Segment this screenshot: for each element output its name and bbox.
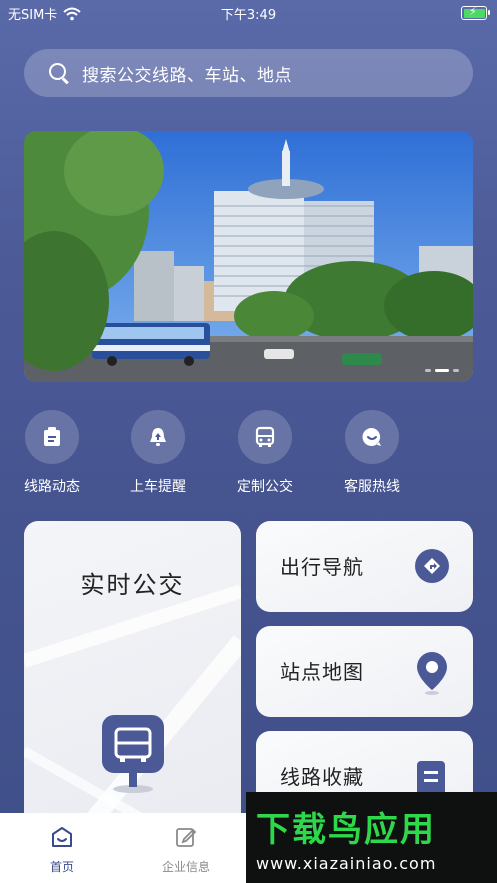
status-bar: 无SIM卡 下午3:49 ⚡ [0,0,497,26]
battery-icon: ⚡ [461,5,490,20]
card-title: 实时公交 [80,571,185,599]
quick-action-label: 上车提醒 [130,479,186,495]
quick-action-label: 客服热线 [344,479,400,495]
quick-action-route-status[interactable]: 线路动态 [12,410,92,496]
watermark-logo: 下载鸟应用 www.xiazainiao.com [246,792,497,883]
tab-company-info[interactable]: 企业信息 [126,825,246,875]
bus-stop-icon [102,715,164,793]
home-icon [52,827,72,847]
carousel-dot[interactable] [425,369,431,372]
card-title: 线路收藏 [280,765,364,789]
watermark-url: www.xiazainiao.com [256,854,437,873]
quick-action-custom-bus[interactable]: 定制公交 [225,410,305,496]
chat-icon [362,427,381,446]
navigation-card[interactable]: 出行导航 [256,521,473,612]
watermark-brand: 下载鸟应用 [256,810,436,850]
edit-icon [176,828,197,847]
navigation-icon [415,549,449,583]
status-time: 下午3:49 [220,8,277,23]
banner-carousel[interactable] [24,131,473,382]
map-pin-icon [417,652,447,695]
search-bar[interactable]: 搜索公交线路、车站、地点 [24,49,473,97]
station-map-card[interactable]: 站点地图 [256,626,473,717]
realtime-bus-card[interactable]: 实时公交 [24,521,241,831]
carousel-indicator[interactable] [425,369,459,372]
bus-icon [255,426,275,447]
tab-home[interactable]: 首页 [2,825,122,875]
banner-image [24,131,473,382]
search-icon [48,62,70,84]
quick-action-label: 定制公交 [237,479,293,495]
carousel-dot[interactable] [453,369,459,372]
quick-action-boarding-reminder[interactable]: 上车提醒 [118,410,198,496]
search-placeholder: 搜索公交线路、车站、地点 [82,65,292,86]
card-title: 出行导航 [280,555,364,579]
quick-action-hotline[interactable]: 客服热线 [332,410,412,496]
bell-icon [150,428,166,446]
carousel-dot-active[interactable] [435,369,449,372]
card-title: 站点地图 [280,660,364,684]
tab-label: 首页 [49,860,74,874]
quick-action-label: 线路动态 [24,479,80,495]
route-doc-icon [44,427,60,446]
tab-label: 企业信息 [161,860,210,874]
